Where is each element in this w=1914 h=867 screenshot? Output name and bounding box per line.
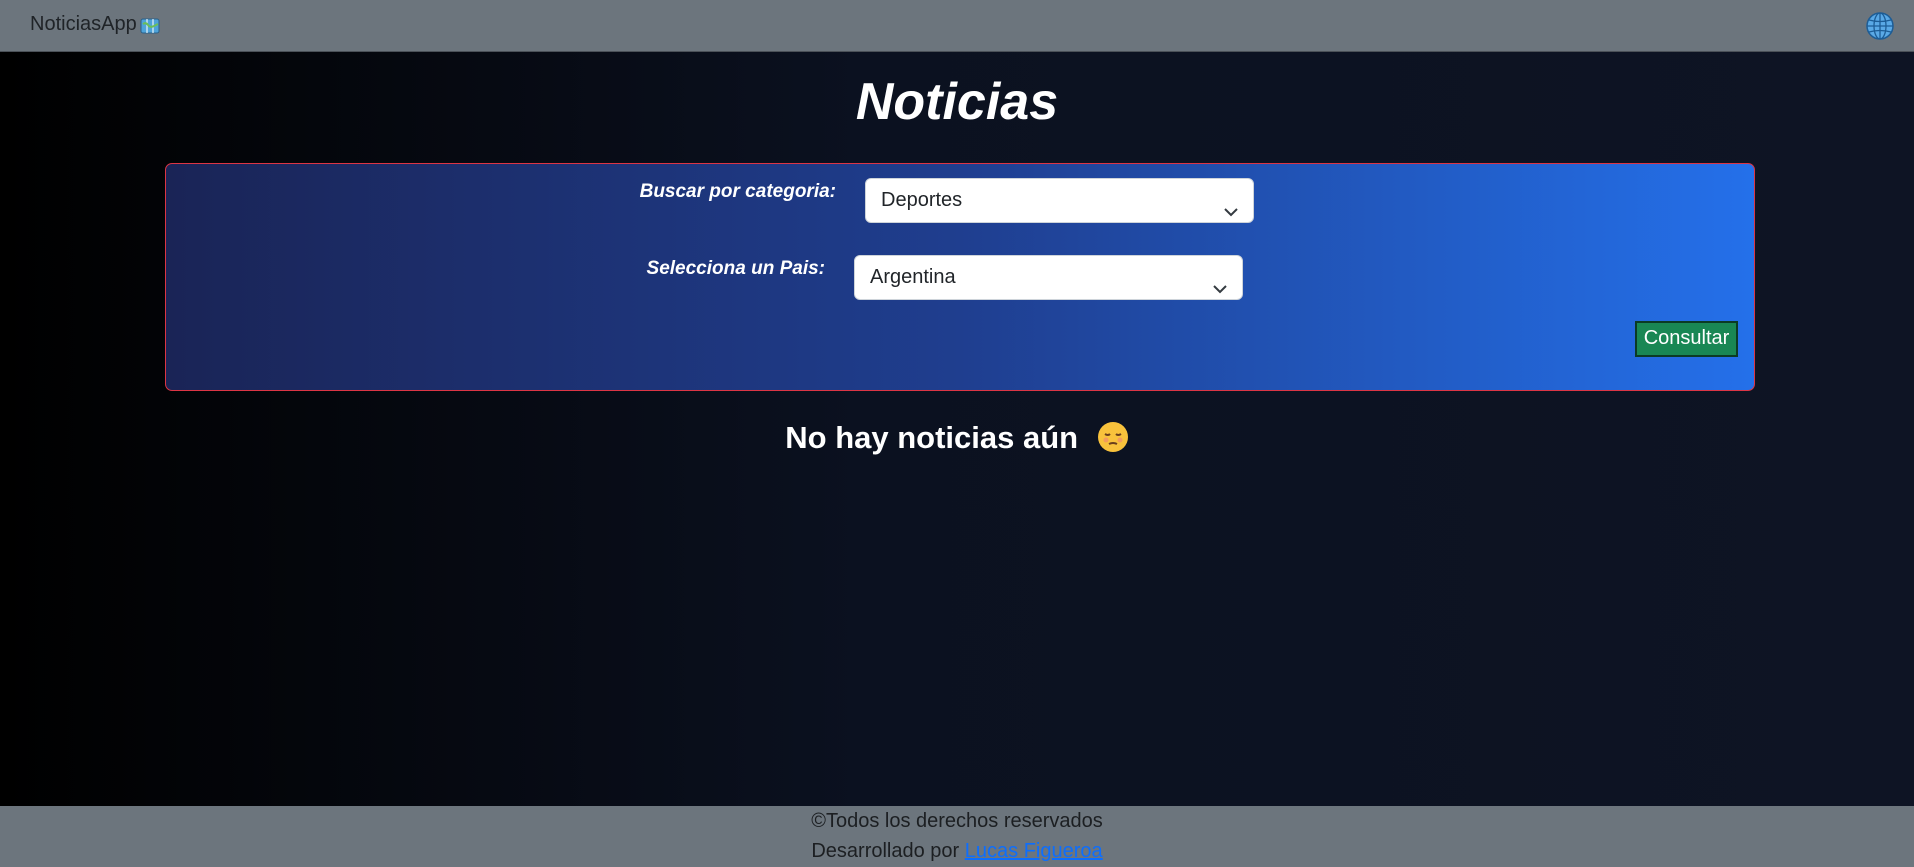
developer-credit: Desarrollado por Lucas Figueroa [0, 840, 1914, 863]
navbar: NoticiasApp [0, 0, 1914, 52]
empty-state: No hay noticias aún [0, 420, 1914, 456]
country-select[interactable]: Argentina [854, 255, 1243, 300]
category-label: Buscar por categoria: [639, 181, 836, 202]
country-label: Selecciona un Pais: [646, 258, 825, 279]
copyright-text: ©Todos los derechos reservados [811, 810, 1103, 832]
developer-link[interactable]: Lucas Figueroa [965, 840, 1103, 862]
pensive-face-icon [1097, 421, 1129, 453]
brand[interactable]: NoticiasApp [30, 13, 160, 36]
empty-message: No hay noticias aún [785, 420, 1079, 455]
globe-icon[interactable] [1864, 10, 1896, 42]
consultar-button[interactable]: Consultar [1635, 321, 1738, 357]
chevron-down-icon [1223, 193, 1239, 217]
footer: ©Todos los derechos reservados Desarroll… [0, 806, 1914, 867]
map-icon [140, 17, 160, 35]
country-select-value: Argentina [870, 266, 956, 288]
page-title: Noticias [855, 73, 1059, 131]
category-select[interactable]: Deportes [865, 178, 1254, 223]
category-select-value: Deportes [881, 189, 963, 211]
developer-prefix: Desarrollado por [811, 840, 965, 862]
chevron-down-icon [1212, 270, 1228, 294]
brand-label: NoticiasApp [30, 13, 137, 35]
